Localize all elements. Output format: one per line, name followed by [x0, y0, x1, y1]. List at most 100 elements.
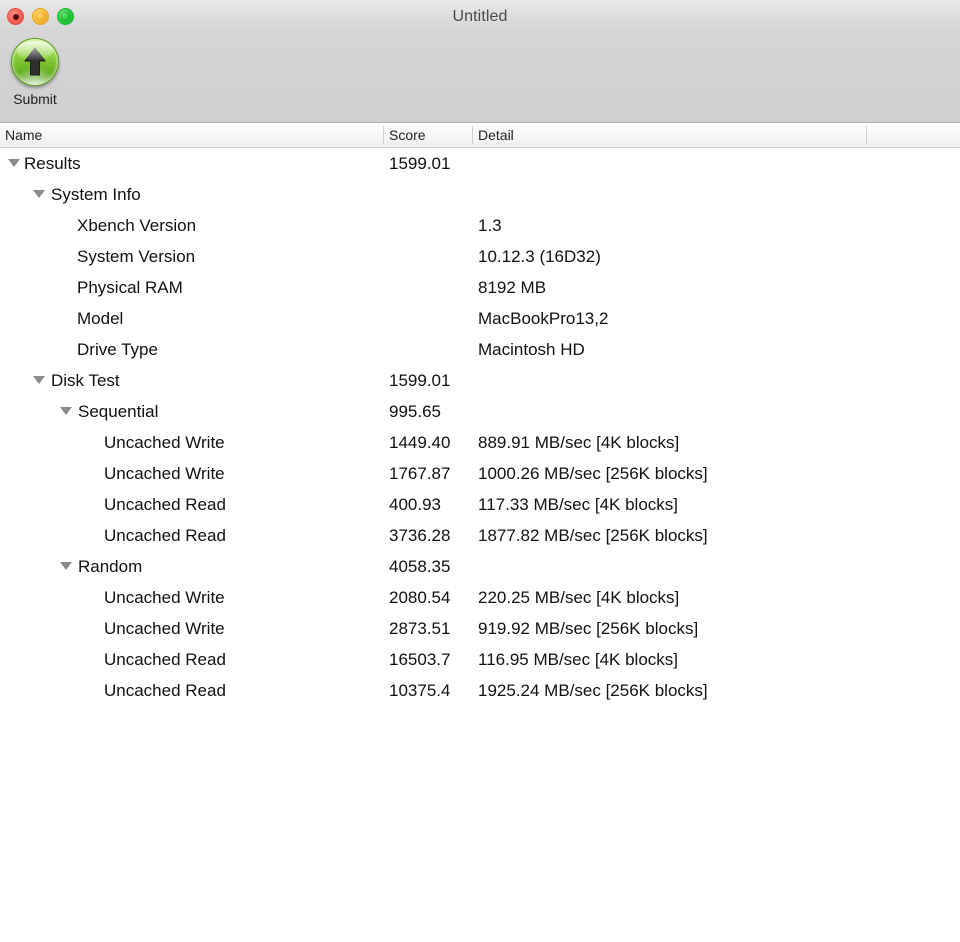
- row-detail-cell: 116.95 MB/sec [4K blocks]: [478, 650, 679, 669]
- row-name-label: Uncached Read: [104, 495, 226, 514]
- row-name-cell: Uncached Write: [0, 613, 383, 644]
- column-header-detail[interactable]: Detail: [473, 123, 866, 147]
- window-title: Untitled: [452, 7, 508, 25]
- row-detail-cell: 8192 MB: [478, 278, 547, 297]
- table-row[interactable]: Xbench Version 1.3: [0, 210, 960, 241]
- row-name-cell: Uncached Read: [0, 520, 383, 551]
- row-name-cell: Random: [0, 551, 383, 582]
- row-detail-cell: 1925.24 MB/sec [256K blocks]: [478, 681, 708, 700]
- row-name-label: Model: [77, 309, 124, 328]
- row-score-cell: 2873.51: [389, 619, 451, 638]
- row-score-cell: [384, 303, 472, 334]
- row-name-label: Disk Test: [51, 371, 120, 390]
- row-name-label: Sequential: [78, 402, 159, 421]
- row-score-cell: 2080.54: [389, 588, 451, 607]
- row-name-cell: Disk Test: [0, 365, 383, 396]
- row-score-cell: 995.65: [389, 402, 441, 421]
- submit-button[interactable]: Submit: [4, 36, 66, 107]
- row-name-label: Xbench Version: [77, 216, 197, 235]
- row-detail-cell: 117.33 MB/sec [4K blocks]: [478, 495, 679, 514]
- row-name-cell: Uncached Read: [0, 675, 383, 706]
- row-detail-cell: 919.92 MB/sec [256K blocks]: [478, 619, 699, 638]
- row-detail-cell: MacBookPro13,2: [478, 309, 609, 328]
- row-name-label: Drive Type: [77, 340, 158, 359]
- disclosure-triangle-down-icon[interactable]: [60, 562, 72, 570]
- table-row[interactable]: Uncached Read 10375.4 1925.24 MB/sec [256K…: [0, 675, 960, 706]
- row-detail-cell: 889.91 MB/sec [4K blocks]: [478, 433, 680, 452]
- row-detail-cell: 1877.82 MB/sec [256K blocks]: [478, 526, 708, 545]
- row-detail-cell: 220.25 MB/sec [4K blocks]: [478, 588, 680, 607]
- row-score-cell: [384, 210, 472, 241]
- row-name-label: System Info: [51, 185, 141, 204]
- table-row[interactable]: Disk Test 1599.01: [0, 365, 960, 396]
- row-name-cell: Uncached Read: [0, 644, 383, 675]
- row-detail-cell: 1.3: [478, 216, 502, 235]
- row-detail-cell: [473, 551, 866, 582]
- row-detail-cell: 10.12.3 (16D32): [478, 247, 601, 266]
- table-row[interactable]: Uncached Read 400.93 117.33 MB/sec [4K blo…: [0, 489, 960, 520]
- row-name-cell: System Info: [0, 179, 383, 210]
- toolbar: Submit: [0, 33, 960, 123]
- row-score-cell: 10375.4: [389, 681, 451, 700]
- row-name-cell: System Version: [0, 241, 383, 272]
- table-row[interactable]: Uncached Write 1767.87 1000.26 MB/sec [256…: [0, 458, 960, 489]
- row-name-label: Results: [24, 154, 81, 173]
- disclosure-triangle-down-icon[interactable]: [33, 190, 45, 198]
- table-row[interactable]: Random 4058.35: [0, 551, 960, 582]
- row-name-label: Uncached Read: [104, 681, 226, 700]
- row-score-cell: 1449.40: [389, 433, 451, 452]
- row-score-cell: 1767.87: [389, 464, 451, 483]
- row-name-label: Random: [78, 557, 143, 576]
- table-row[interactable]: Uncached Read 3736.28 1877.82 MB/sec [256K…: [0, 520, 960, 551]
- table-row[interactable]: Model MacBookPro13,2: [0, 303, 960, 334]
- column-header-score[interactable]: Score: [384, 123, 472, 147]
- row-name-cell: Uncached Write: [0, 458, 383, 489]
- results-outline-view[interactable]: Results 1599.01 System Info Xbench Version 1…: [0, 148, 960, 942]
- row-detail-cell: Macintosh HD: [478, 340, 585, 359]
- table-row[interactable]: Uncached Write 2080.54 220.25 MB/sec [4K b…: [0, 582, 960, 613]
- row-score-cell: 16503.7: [389, 650, 451, 669]
- row-name-label: System Version: [77, 247, 196, 266]
- row-name-cell: Model: [0, 303, 383, 334]
- table-row[interactable]: Uncached Read 16503.7 116.95 MB/sec [4K bl…: [0, 644, 960, 675]
- row-detail-cell: [473, 148, 866, 179]
- disclosure-triangle-down-icon[interactable]: [60, 407, 72, 415]
- window-titlebar: Untitled: [0, 0, 960, 33]
- table-row[interactable]: Uncached Write 1449.40 889.91 MB/sec [4K b…: [0, 427, 960, 458]
- zoom-button-icon[interactable]: [57, 8, 74, 25]
- row-detail-cell: [473, 179, 866, 210]
- submit-arrow-icon: [8, 36, 62, 90]
- row-name-label: Uncached Write: [104, 619, 225, 638]
- row-name-label: Uncached Read: [104, 650, 226, 669]
- row-score-cell: 400.93: [389, 495, 441, 514]
- table-row[interactable]: Drive Type Macintosh HD: [0, 334, 960, 365]
- row-score-cell: [384, 334, 472, 365]
- row-name-label: Uncached Write: [104, 588, 225, 607]
- row-name-cell: Sequential: [0, 396, 383, 427]
- row-score-cell: 3736.28: [389, 526, 451, 545]
- table-row[interactable]: Results 1599.01: [0, 148, 960, 179]
- table-row[interactable]: Sequential 995.65: [0, 396, 960, 427]
- row-score-cell: 4058.35: [389, 557, 451, 576]
- close-button-icon[interactable]: [7, 8, 24, 25]
- row-name-cell: Uncached Write: [0, 582, 383, 613]
- disclosure-triangle-down-icon[interactable]: [33, 376, 45, 384]
- row-score-cell: [384, 272, 472, 303]
- disclosure-triangle-down-icon[interactable]: [8, 159, 20, 167]
- column-divider-3[interactable]: [866, 126, 867, 144]
- table-row[interactable]: Physical RAM 8192 MB: [0, 272, 960, 303]
- minimize-button-icon[interactable]: [32, 8, 49, 25]
- table-row[interactable]: Uncached Write 2873.51 919.92 MB/sec [256K…: [0, 613, 960, 644]
- row-name-cell: Physical RAM: [0, 272, 383, 303]
- table-row[interactable]: System Version 10.12.3 (16D32): [0, 241, 960, 272]
- row-name-label: Uncached Read: [104, 526, 226, 545]
- row-name-label: Uncached Write: [104, 464, 225, 483]
- row-name-label: Uncached Write: [104, 433, 225, 452]
- row-score-cell: 1599.01: [389, 371, 451, 390]
- row-score-cell: [384, 179, 472, 210]
- application-window: Untitled Submit Name Score Detail Result…: [0, 0, 960, 942]
- row-detail-cell: [473, 365, 866, 396]
- column-header-name[interactable]: Name: [0, 123, 383, 147]
- row-name-cell: Uncached Read: [0, 489, 383, 520]
- table-row[interactable]: System Info: [0, 179, 960, 210]
